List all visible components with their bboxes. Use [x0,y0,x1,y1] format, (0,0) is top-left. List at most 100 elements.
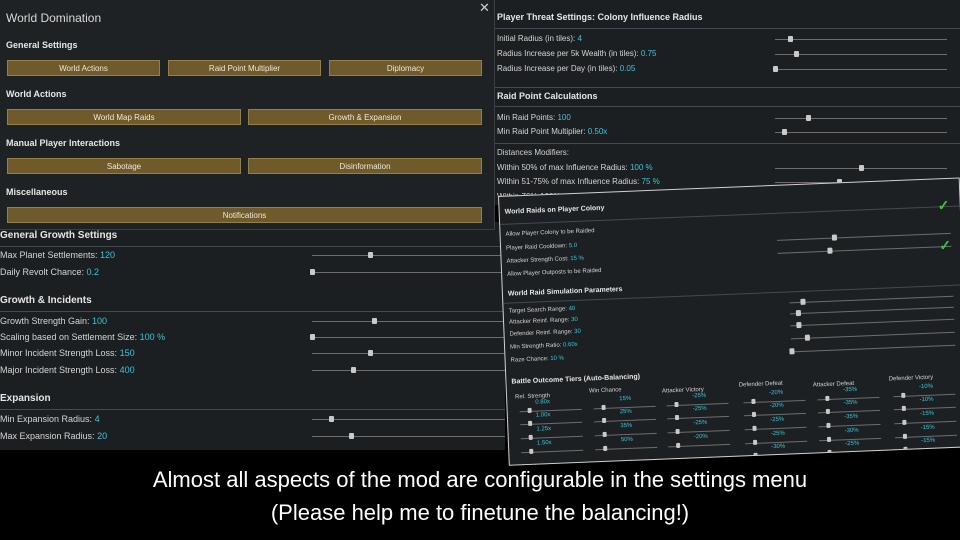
slider-thumb[interactable] [902,419,907,425]
slider-track[interactable] [312,321,505,322]
slider-thumb[interactable] [901,405,906,411]
slider-thumb[interactable] [832,234,838,241]
slider-thumb[interactable] [674,414,680,421]
slider-thumb[interactable] [773,66,778,72]
window-title: World Domination [6,11,102,25]
slider-thumb[interactable] [752,425,757,431]
setting-label: Allow Player Colony to be Raided [505,228,595,238]
setting-value: 100 [92,316,108,326]
slider-thumb[interactable] [753,452,758,458]
checkbox-checked-icon[interactable]: ✓ [937,197,949,214]
slider-track[interactable] [790,331,955,340]
slider-thumb[interactable] [329,416,335,422]
slider-thumb[interactable] [800,298,806,305]
slider-track[interactable] [775,39,947,40]
slider-track[interactable] [775,69,947,70]
slider-thumb[interactable] [528,420,533,426]
slider-track[interactable] [775,132,947,133]
slider-thumb[interactable] [350,367,356,373]
slider-thumb[interactable] [781,129,787,135]
setting-label: Min Raid Point Multiplier: [497,127,588,136]
slider-track[interactable] [312,370,505,371]
slider-thumb[interactable] [827,247,833,254]
slider-thumb[interactable] [825,408,831,415]
slider-thumb[interactable] [751,411,757,417]
slider-thumb[interactable] [367,350,373,356]
slider-thumb[interactable] [527,407,532,413]
slider-track[interactable] [312,436,505,437]
slider-thumb[interactable] [796,309,802,317]
slider-track[interactable] [775,54,947,55]
setting-value: 100 % [629,163,653,172]
table-cell: -10% [919,396,934,404]
slider-thumb[interactable] [348,433,354,439]
slider-track[interactable] [312,353,505,354]
world-actions-button[interactable]: World Actions [7,60,160,76]
setting-label: Max Expansion Radius: [0,431,98,441]
slider-thumb[interactable] [751,398,756,404]
slider-thumb[interactable] [796,321,802,329]
slider-thumb[interactable] [793,51,799,57]
slider-thumb[interactable] [825,395,830,402]
growth-expansion-button[interactable]: Growth & Expansion [248,109,482,125]
disinformation-button[interactable]: Disinformation [248,158,482,174]
slider-track[interactable] [775,118,947,119]
checkbox-checked-icon[interactable]: ✓ [939,237,951,254]
section-heading: Expansion [0,393,51,404]
slider-thumb[interactable] [805,334,811,341]
slider-thumb[interactable] [826,436,832,442]
slider-thumb[interactable] [675,428,680,435]
slider-track[interactable] [790,318,955,327]
slider-thumb[interactable] [902,433,908,439]
slider-thumb[interactable] [752,439,758,445]
slider-thumb[interactable] [676,442,681,449]
close-icon[interactable]: ✕ [479,0,490,16]
slider-thumb[interactable] [529,448,534,454]
sabotage-button[interactable]: Sabotage [7,158,241,174]
world-map-raids-button[interactable]: World Map Raids [7,109,241,125]
section-divider [0,311,505,312]
slider-track[interactable] [776,232,951,241]
setting-row: Within 51-75% of max Influence Radius: 7… [497,177,660,186]
slider-track[interactable] [791,344,956,353]
section-divider [489,28,960,29]
slider-thumb[interactable] [903,446,908,452]
setting-label: Major Incident Strength Loss: [0,365,120,375]
setting-row: Radius Increase per Day (in tiles): 0.05 [497,64,635,73]
slider-thumb[interactable] [805,115,811,121]
slider-track[interactable] [312,419,505,420]
slider-thumb[interactable] [371,318,377,324]
slider-thumb[interactable] [901,392,906,398]
slider-thumb[interactable] [528,434,533,440]
slider-track[interactable] [312,255,505,256]
slider-thumb[interactable] [674,401,679,408]
diplomacy-button[interactable]: Diplomacy [329,60,482,76]
slider-thumb[interactable] [788,36,794,42]
slider-thumb[interactable] [603,445,608,451]
slider-thumb[interactable] [827,449,832,455]
slider-thumb[interactable] [859,165,864,171]
notifications-button[interactable]: Notifications [7,207,482,223]
slider-thumb[interactable] [601,404,606,411]
slider-thumb[interactable] [601,417,607,424]
slider-track[interactable] [312,272,505,273]
table-cell: -25% [770,430,785,438]
setting-row: Min Raid Point Multiplier: 0.50x [497,127,607,136]
slider-thumb[interactable] [310,334,315,340]
slider-track[interactable] [789,295,954,304]
setting-label: Within 51-75% of max Influence Radius: [497,177,642,186]
setting-row: Initial Radius (in tiles): 4 [497,34,582,43]
slider-track[interactable] [789,306,954,315]
raid-point-multiplier-button[interactable]: Raid Point Multiplier [168,60,321,76]
table-cell: -20% [693,433,708,441]
table-cell: -30% [771,443,786,451]
slider-thumb[interactable] [789,348,795,355]
slider-track[interactable] [312,337,505,338]
slider-thumb[interactable] [367,252,373,258]
slider-thumb[interactable] [602,431,607,437]
slider-thumb[interactable] [826,422,831,429]
setting-row: Attacker Reinf. Range: 30 [509,317,578,326]
slider-thumb[interactable] [310,269,315,275]
setting-row: Raze Chance: 10 % [510,355,564,363]
slider-track[interactable] [777,245,952,254]
